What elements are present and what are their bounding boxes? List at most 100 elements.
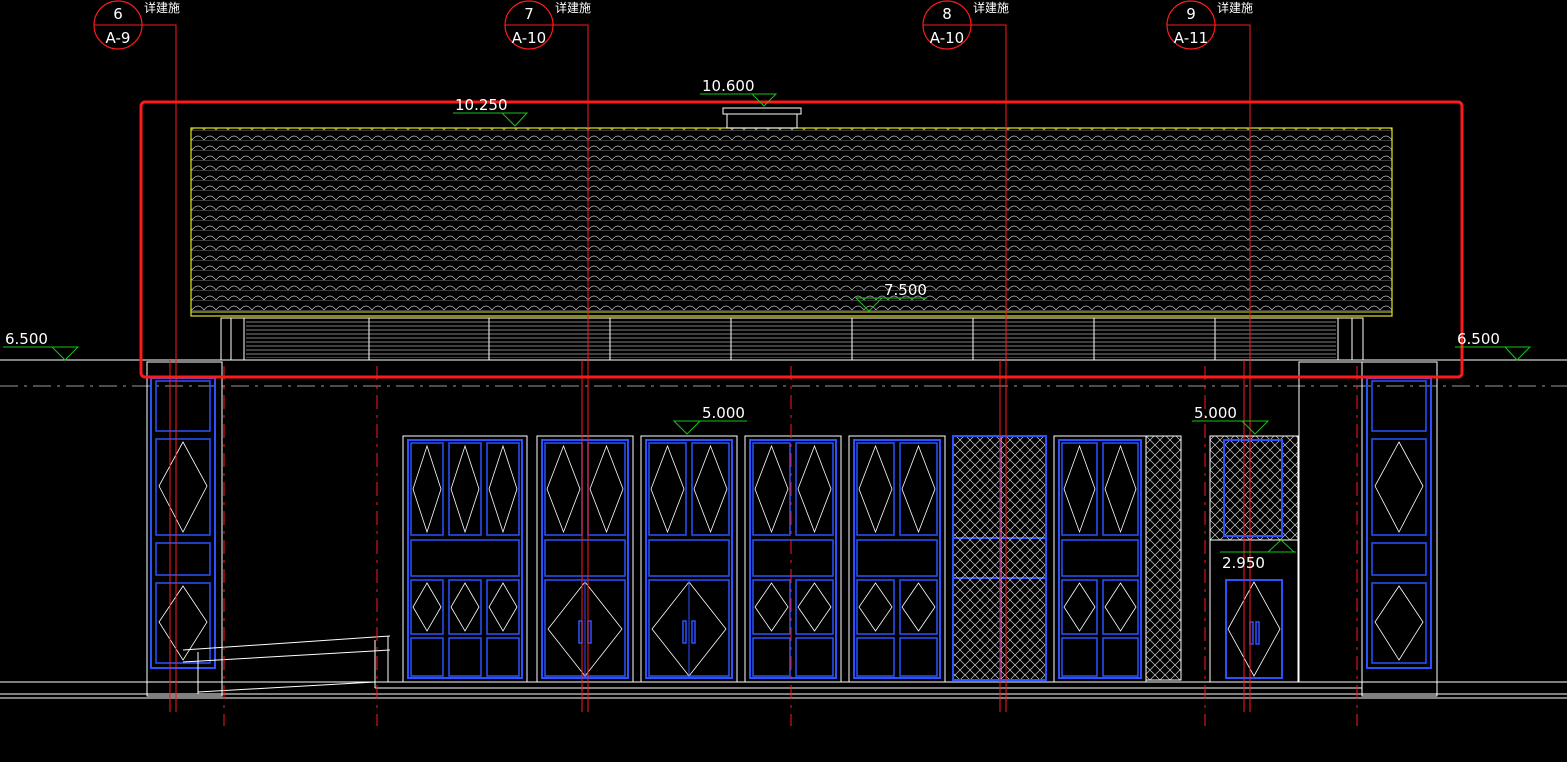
storefront-panel-1-lower-pane bbox=[410, 579, 444, 635]
callout-number-3: 8 bbox=[942, 5, 952, 23]
storefront-panel-2-upper-diamond bbox=[546, 444, 581, 534]
callout-note-1: 详建施 bbox=[144, 0, 180, 15]
storefront-panel-3-upper-pane bbox=[691, 442, 730, 536]
storefront-panel-1-lower-diamond bbox=[488, 582, 518, 632]
elevation-left-level: 6.500 bbox=[3, 330, 80, 361]
elevation-triangle-roof-eave bbox=[500, 112, 529, 127]
left-side-window-pane bbox=[155, 582, 211, 664]
storefront-panel-1-outline bbox=[402, 435, 528, 683]
storefront-panel-4-lower-diamond bbox=[797, 582, 832, 632]
mesh-panel-narrow bbox=[1145, 435, 1182, 681]
storefront-panel-1-lower-pane bbox=[486, 579, 520, 635]
storefront-panel-1-upper-pane bbox=[410, 442, 444, 536]
callout-note-3: 详建施 bbox=[973, 0, 1009, 15]
storefront-panel-5-lower-diamond bbox=[901, 582, 936, 632]
right-side-window-pane bbox=[1371, 542, 1427, 576]
storefront-panel-1-base-pane bbox=[448, 637, 482, 677]
ridge-vent-base bbox=[726, 113, 798, 129]
storefront-panel-1-lower-diamond bbox=[412, 582, 442, 632]
elevation-label-right-level: 6.500 bbox=[1457, 330, 1500, 348]
storefront-panel-2-upper-pane bbox=[544, 442, 583, 536]
storefront-panel-4-upper-diamond bbox=[754, 444, 789, 534]
storefront-panel-1-upper-diamond bbox=[450, 444, 480, 534]
left-side-window-pane bbox=[155, 380, 211, 432]
storefront-panel-5-lower-pane bbox=[856, 579, 895, 635]
storefront-panel-6-base-pane bbox=[1061, 637, 1098, 677]
storefront-panel-3-door-handle bbox=[682, 620, 687, 644]
elevation-triangle-right-door bbox=[1266, 539, 1296, 553]
elevation-triangle-window-head bbox=[672, 420, 702, 435]
left-side-window-pane bbox=[155, 542, 211, 576]
right-side-pier bbox=[1298, 361, 1363, 683]
storefront-panel-4-outline bbox=[744, 435, 842, 683]
storefront-panel-3-transom bbox=[648, 539, 730, 577]
right-side-window-pane bbox=[1371, 582, 1427, 664]
left-side-window-pane bbox=[155, 438, 211, 536]
callout-sheet-1: A-9 bbox=[106, 29, 131, 47]
storefront-panel-5-upper-pane bbox=[899, 442, 938, 536]
callout-sheet-4: A-11 bbox=[1174, 29, 1208, 47]
elevation-label-roof-base: 7.500 bbox=[884, 281, 927, 299]
slab-lines bbox=[0, 359, 1567, 699]
storefront-panel-3-upper-pane bbox=[648, 442, 687, 536]
roof-tile-panel bbox=[190, 127, 1393, 317]
storefront-panel-3-upper-diamond bbox=[693, 444, 728, 534]
storefront-panel-5-base-pane bbox=[856, 637, 895, 677]
storefront-panel-4-upper-pane bbox=[795, 442, 834, 536]
elevation-window-head: 5.000 bbox=[672, 404, 747, 435]
storefront-panel-5-base-pane bbox=[899, 637, 938, 677]
storefront-panel-5-upper-diamond bbox=[901, 444, 936, 534]
callout-number-1: 6 bbox=[113, 5, 123, 23]
ridge-vent bbox=[722, 107, 802, 115]
right-door-leaf bbox=[1225, 579, 1283, 679]
storefront-panel-6-lower-diamond bbox=[1063, 582, 1096, 632]
storefront-panel-6-outline bbox=[1053, 435, 1147, 683]
storefront-panel-1-upper-pane bbox=[448, 442, 482, 536]
storefront-panel-4-transom bbox=[752, 539, 834, 577]
elevation-right-level: 6.500 bbox=[1455, 330, 1532, 361]
callout-sheet-3: A-10 bbox=[930, 29, 964, 47]
storefront-panel-1-upper-diamond bbox=[488, 444, 518, 534]
storefront-panel-4-lower-pane bbox=[795, 579, 834, 635]
elevation-triangle-right-window-head bbox=[1240, 420, 1270, 435]
callout-sheet-2: A-10 bbox=[512, 29, 546, 47]
storefront-panel-1-lower-pane bbox=[448, 579, 482, 635]
right-side-window-pane bbox=[1371, 380, 1427, 432]
elevation-label-window-head: 5.000 bbox=[702, 404, 745, 422]
storefront-panel-4-frame bbox=[749, 439, 837, 679]
storefront-panel-4-base-pane bbox=[752, 637, 791, 677]
storefront-panel-6-lower-diamond bbox=[1104, 582, 1137, 632]
storefront-panel-6-transom bbox=[1061, 539, 1139, 577]
storefront-panel-3-upper-diamond bbox=[650, 444, 685, 534]
elevation-right-door: 2.950 bbox=[1220, 539, 1296, 572]
right-side-window-diamond bbox=[1374, 585, 1424, 661]
ramp-slope bbox=[197, 681, 376, 693]
storefront-panel-5-lower-diamond bbox=[858, 582, 893, 632]
storefront-panel-6-upper-diamond bbox=[1063, 444, 1096, 534]
elevation-drawing-canvas: 6 A-9 详建施 7 A-10 详建施 8 A-10 详建施 9 A-11 详建施 10.600 1… bbox=[0, 0, 1567, 726]
storefront-panel-1-upper-diamond bbox=[412, 444, 442, 534]
storefront-panel-2-transom bbox=[544, 539, 626, 577]
louver-fill bbox=[246, 320, 1336, 358]
storefront-panel-1-base-pane bbox=[486, 637, 520, 677]
storefront-panel-4-lower-pane bbox=[752, 579, 791, 635]
elevation-triangle-ridge bbox=[750, 93, 778, 107]
storefront-panel-6-base-pane bbox=[1102, 637, 1139, 677]
storefront-panel-1-base-pane bbox=[410, 637, 444, 677]
storefront-panel-2-upper-pane bbox=[587, 442, 626, 536]
roof-section bbox=[190, 107, 1393, 361]
storefront-panel-5-outline bbox=[848, 435, 946, 683]
storefront-panel-4-upper-diamond bbox=[797, 444, 832, 534]
storefront-panel-6-lower-pane bbox=[1061, 579, 1098, 635]
elevation-label-left-level: 6.500 bbox=[5, 330, 48, 348]
storefront-panel-5-transom bbox=[856, 539, 938, 577]
storefront-panel-1-transom bbox=[410, 539, 520, 577]
right-side-window-diamond bbox=[1374, 441, 1424, 533]
right-door-diamond bbox=[1227, 581, 1281, 677]
storefront-panel-6-upper-diamond bbox=[1104, 444, 1137, 534]
callout-number-4: 9 bbox=[1186, 5, 1196, 23]
storefront-panel-6-upper-pane bbox=[1061, 442, 1098, 536]
elevation-label-roof-eave: 10.250 bbox=[455, 96, 508, 114]
elevation-triangle-left-level bbox=[50, 346, 80, 361]
storefront-panel-5-upper-pane bbox=[856, 442, 895, 536]
